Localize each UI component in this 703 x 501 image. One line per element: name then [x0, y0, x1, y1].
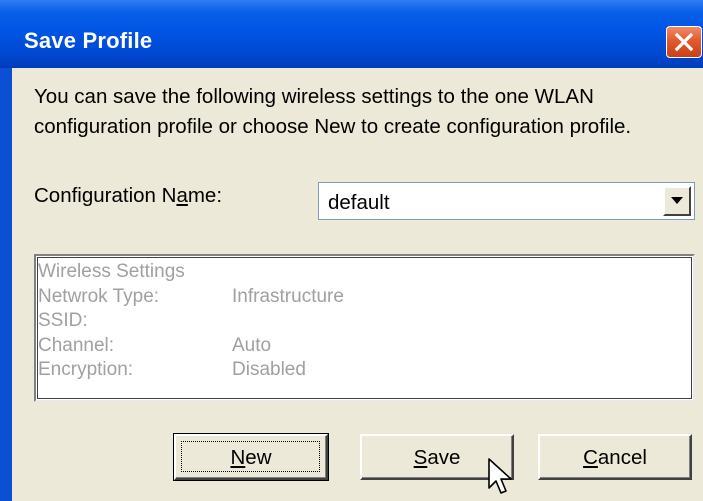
mouse-pointer-icon	[488, 458, 514, 501]
wireless-settings-box: Wireless Settings Netwrok Type: Infrastr…	[34, 254, 695, 402]
settings-value: Auto	[232, 334, 272, 356]
cancel-button-label: Cancel	[583, 446, 647, 469]
save-profile-dialog: Save Profile You can save the following …	[0, 0, 703, 501]
settings-label: Channel:	[38, 334, 115, 356]
settings-value: Disabled	[232, 359, 306, 380]
configuration-name-label: Configuration Name:	[34, 184, 223, 207]
dropdown-button[interactable]	[663, 186, 691, 216]
settings-value: Infrastructure	[232, 285, 344, 307]
cancel-button[interactable]: Cancel	[538, 434, 692, 480]
window-title: Save Profile	[24, 28, 153, 53]
intro-line-1: You can save the following wireless sett…	[34, 85, 594, 108]
intro-text: You can save the following wireless sett…	[34, 82, 694, 142]
title-bar[interactable]: Save Profile	[0, 0, 703, 68]
close-button[interactable]	[666, 26, 702, 58]
configuration-name-select[interactable]: default	[318, 182, 695, 220]
settings-label: Encryption:	[38, 359, 134, 380]
settings-label: SSID:	[38, 310, 88, 331]
intro-line-2: configuration profile or choose New to c…	[34, 115, 632, 138]
new-button[interactable]: New	[173, 433, 329, 481]
settings-label: Netwrok Type:	[38, 285, 160, 307]
new-button-label: New	[230, 446, 272, 469]
configuration-name-value: default	[328, 191, 390, 214]
window-frame-left	[0, 68, 12, 501]
